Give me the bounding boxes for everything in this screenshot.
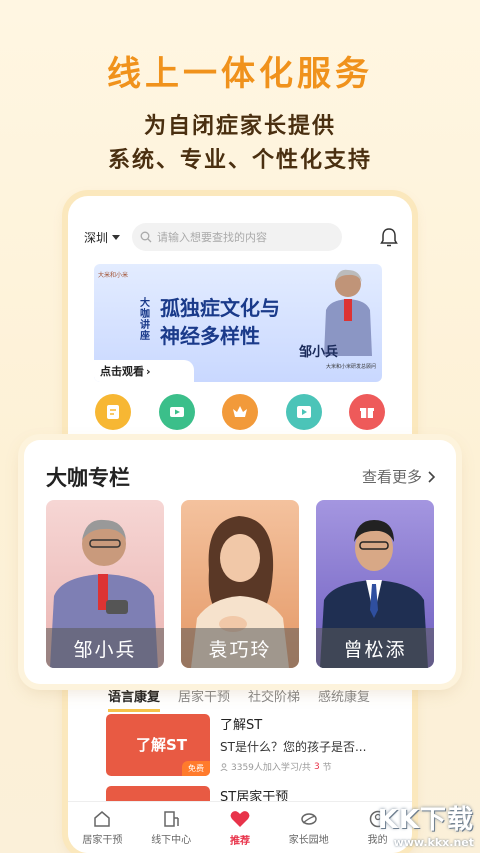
banner-cta[interactable]: 点击观看 › <box>94 360 194 382</box>
nav-label: 推荐 <box>229 836 250 847</box>
course-thumb-text: 了解ST <box>136 736 188 754</box>
banner-headline-2: 神经多样性 <box>160 324 260 348</box>
banner-cta-label: 点击观看 <box>100 365 144 378</box>
banner[interactable]: 大米和小米 大咖讲座 孤独症文化与 神经多样性 邹小兵 大米和小米研发总顾问 点… <box>94 264 382 382</box>
home-icon <box>94 811 111 827</box>
nav-recommend[interactable]: 推荐 <box>212 808 268 847</box>
course-unit: 节 <box>322 763 332 773</box>
expert-name: 曾松添 <box>316 628 434 668</box>
category-tabs: 语言康复 居家干预 社交阶梯 感统康复 <box>108 686 392 712</box>
heart-icon <box>230 811 250 827</box>
search-input[interactable]: 请输入想要查找的内容 <box>132 223 343 251</box>
view-more-link[interactable]: 查看更多 <box>362 466 436 487</box>
expert-name: 袁巧玲 <box>181 628 299 668</box>
tab-sensory-rehab[interactable]: 感统康复 <box>318 686 370 712</box>
course-sessions: 3 <box>313 761 320 772</box>
expert-card[interactable]: 曾松添 <box>316 500 434 668</box>
banner-series: 大咖讲座 <box>140 298 150 342</box>
view-more-label: 查看更多 <box>361 468 422 486</box>
promo-subtitle-1: 为自闭症家长提供 <box>143 114 336 139</box>
city-label: 深圳 <box>84 230 109 245</box>
tab-home-intervention[interactable]: 居家干预 <box>178 686 230 712</box>
tab-language-rehab[interactable]: 语言康复 <box>108 686 161 712</box>
nav-parent-garden[interactable]: 家长园地 <box>281 809 337 846</box>
banner-speaker: 邹小兵 <box>298 345 338 360</box>
expert-card[interactable]: 邹小兵 <box>46 500 164 668</box>
expert-name: 邹小兵 <box>46 628 164 668</box>
tab-social-ladder[interactable]: 社交阶梯 <box>248 686 300 712</box>
chevron-right-icon <box>428 470 436 483</box>
bell-icon[interactable] <box>378 226 400 248</box>
building-icon <box>164 811 179 827</box>
banner-headline-1: 孤独症文化与 <box>160 296 280 320</box>
city-selector[interactable]: 深圳 <box>84 229 121 246</box>
course-learners: 3359人加入学习/共 <box>231 763 311 773</box>
leaf-icon <box>301 813 317 825</box>
course-title: 了解ST <box>220 718 263 733</box>
course-meta: 3359人加入学习/共 3 节 <box>220 760 366 773</box>
watermark-line-1: KK下载 <box>377 805 474 835</box>
search-placeholder: 请输入想要查找的内容 <box>157 231 268 244</box>
course-item[interactable]: 了解ST 免费 了解ST ST是什么？您的孩子是否... 3359人加入学习/共… <box>106 714 396 778</box>
assessment-icon <box>95 394 131 430</box>
video-class-icon <box>158 394 195 430</box>
expert-column-card: 大咖专栏 查看更多 邹小兵 袁巧玲 曾松添 <box>24 440 456 684</box>
promo-subtitle-2: 系统、专业、个性化支持 <box>107 148 372 173</box>
course-thumbnail: 了解ST 免费 <box>106 714 210 776</box>
play-icon <box>285 394 322 430</box>
crown-icon <box>222 394 258 430</box>
nav-home-intervention[interactable]: 居家干预 <box>74 809 130 846</box>
top-bar: 深圳 请输入想要查找的内容 <box>84 222 400 252</box>
user-icon <box>220 762 228 771</box>
banner-speaker-title: 大米和小米研发总顾问 <box>325 364 376 370</box>
promo-title: 线上一体化服务 <box>107 54 373 94</box>
nav-label: 居家干预 <box>82 835 123 846</box>
banner-brand-tag: 大米和小米 <box>98 272 129 279</box>
nav-offline-center[interactable]: 线下中心 <box>143 809 199 846</box>
bottom-nav: 居家干预 线下中心 推荐 家长园地 我的 <box>68 801 412 853</box>
free-badge: 免费 <box>182 761 210 776</box>
caret-down-icon <box>112 234 121 240</box>
search-icon <box>140 231 152 243</box>
nav-label: 家长园地 <box>288 835 329 846</box>
expert-column-title: 大咖专栏 <box>46 466 130 490</box>
watermark-line-2: www.kkx.net <box>393 836 474 849</box>
nav-label: 线下中心 <box>151 835 192 846</box>
chevron-right-icon: › <box>146 364 151 378</box>
gift-icon <box>349 394 385 430</box>
watermark: KK下载 www.kkx.net <box>378 799 474 849</box>
expert-card[interactable]: 袁巧玲 <box>181 500 299 668</box>
course-description: ST是什么？您的孩子是否... <box>220 740 367 754</box>
